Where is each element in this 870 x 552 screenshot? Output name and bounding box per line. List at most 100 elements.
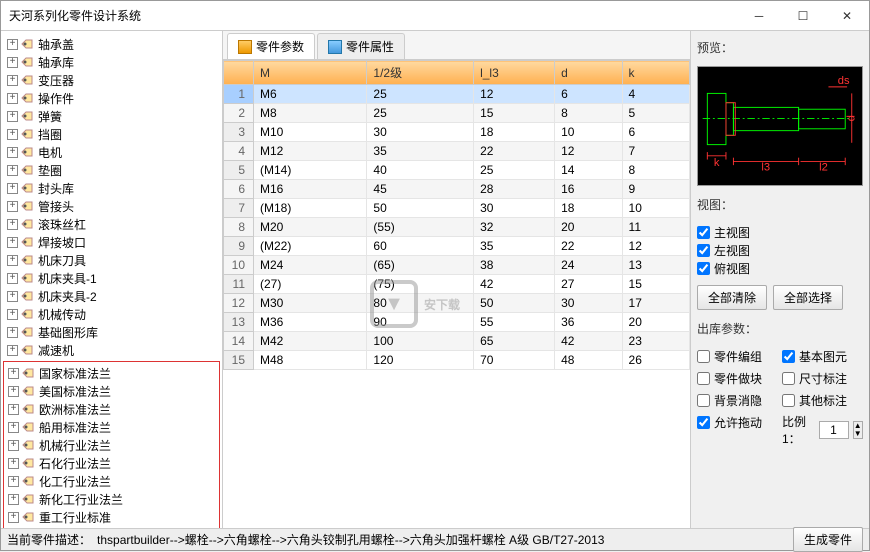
table-row[interactable]: 6M164528169 <box>224 180 690 199</box>
table-row[interactable]: 2M8251585 <box>224 104 690 123</box>
expand-icon[interactable]: + <box>7 327 18 338</box>
table-row[interactable]: 15M48120704826 <box>224 351 690 370</box>
preview-canvas[interactable]: k l3 l2 d ds <box>697 66 863 186</box>
expand-icon[interactable]: + <box>8 458 19 469</box>
table-row[interactable]: 8M20(55)322011 <box>224 218 690 237</box>
chk-drag[interactable]: 允许拖动 <box>697 413 778 431</box>
tree-item[interactable]: +电机 <box>3 143 220 161</box>
tree-item[interactable]: +重工行业标准 <box>4 508 219 526</box>
expand-icon[interactable]: + <box>8 386 19 397</box>
tree-item[interactable]: + 滚珠丝杠 <box>3 215 220 233</box>
expand-icon[interactable]: + <box>8 440 19 451</box>
col-header[interactable]: l_l3 <box>474 61 555 85</box>
table-row[interactable]: 10M24(65)382413 <box>224 256 690 275</box>
expand-icon[interactable]: + <box>7 345 18 356</box>
expand-icon[interactable]: + <box>8 494 19 505</box>
chk-other[interactable]: 其他标注 <box>782 391 863 409</box>
tree-item[interactable]: +轴承库 <box>3 53 220 71</box>
expand-icon[interactable]: + <box>7 255 18 266</box>
expand-icon[interactable]: + <box>7 201 18 212</box>
tab-params[interactable]: 零件参数 <box>227 33 315 59</box>
expand-icon[interactable]: + <box>7 129 18 140</box>
tab-props[interactable]: 零件属性 <box>317 33 405 59</box>
chk-basic[interactable]: 基本图元 <box>782 347 863 365</box>
view-checkbox[interactable]: 左视图 <box>697 241 863 259</box>
table-row[interactable]: 12M3080503017 <box>224 294 690 313</box>
minimize-button[interactable]: ─ <box>737 2 781 30</box>
expand-icon[interactable]: + <box>8 476 19 487</box>
tree-item[interactable]: +美国标准法兰 <box>4 382 219 400</box>
tree-label: 滚珠丝杠 <box>38 216 86 233</box>
tree-item[interactable]: +挡圈 <box>3 125 220 143</box>
table-row[interactable]: 11(27)(75)422715 <box>224 275 690 294</box>
select-all-button[interactable]: 全部选择 <box>773 285 843 310</box>
rownum-header[interactable] <box>224 61 254 85</box>
col-header[interactable]: 1/2级 <box>367 61 474 85</box>
expand-icon[interactable]: + <box>7 309 18 320</box>
table-row[interactable]: 7(M18)50301810 <box>224 199 690 218</box>
tree-item[interactable]: +垫圈 <box>3 161 220 179</box>
view-checkbox[interactable]: 俯视图 <box>697 259 863 277</box>
expand-icon[interactable]: + <box>7 291 18 302</box>
table-row[interactable]: 9(M22)60352212 <box>224 237 690 256</box>
tree-item[interactable]: +减速机 <box>3 341 220 359</box>
tree-item[interactable]: +轴承盖 <box>3 35 220 53</box>
table-row[interactable]: 14M42100654223 <box>224 332 690 351</box>
expand-icon[interactable]: + <box>7 273 18 284</box>
tree-item[interactable]: +机床夹具-1 <box>3 269 220 287</box>
param-table[interactable]: M1/2级l_l3dk 1M62512642M82515853M10301810… <box>223 60 690 370</box>
table-row[interactable]: 1M6251264 <box>224 85 690 104</box>
tree-item[interactable]: +新化工行业法兰 <box>4 490 219 508</box>
tree-item[interactable]: +基础图形库 <box>3 323 220 341</box>
tree-item[interactable]: +封头库 <box>3 179 220 197</box>
tree-item[interactable]: +机床刀具 <box>3 251 220 269</box>
expand-icon[interactable]: + <box>7 183 18 194</box>
tree-item[interactable]: +石化行业法兰 <box>4 454 219 472</box>
clear-all-button[interactable]: 全部清除 <box>697 285 767 310</box>
table-row[interactable]: 4M123522127 <box>224 142 690 161</box>
chk-group[interactable]: 零件编组 <box>697 347 778 365</box>
ratio-spinner[interactable]: ▲▼ <box>853 421 863 439</box>
expand-icon[interactable]: + <box>7 111 18 122</box>
expand-icon[interactable]: + <box>8 404 19 415</box>
chk-bg[interactable]: 背景消隐 <box>697 391 778 409</box>
chk-dim[interactable]: 尺寸标注 <box>782 369 863 387</box>
tree-item[interactable]: +变压器 <box>3 71 220 89</box>
tree-item[interactable]: +机床夹具-2 <box>3 287 220 305</box>
view-checkbox[interactable]: 主视图 <box>697 223 863 241</box>
col-header[interactable]: d <box>555 61 622 85</box>
expand-icon[interactable]: + <box>7 219 18 230</box>
chk-block[interactable]: 零件做块 <box>697 369 778 387</box>
expand-icon[interactable]: + <box>7 165 18 176</box>
expand-icon[interactable]: + <box>7 39 18 50</box>
tree-item[interactable]: +欧洲标准法兰 <box>4 400 219 418</box>
expand-icon[interactable]: + <box>8 422 19 433</box>
tree-panel[interactable]: +轴承盖+轴承库+变压器+操作件+弹簧+挡圈+电机+垫圈+封头库+管接头+滚珠丝… <box>1 31 223 528</box>
expand-icon[interactable]: + <box>8 512 19 523</box>
expand-icon[interactable]: + <box>7 93 18 104</box>
expand-icon[interactable]: + <box>7 57 18 68</box>
col-header[interactable]: k <box>622 61 689 85</box>
tree-item[interactable]: +机械传动 <box>3 305 220 323</box>
expand-icon[interactable]: + <box>7 75 18 86</box>
col-header[interactable]: M <box>254 61 367 85</box>
expand-icon[interactable]: + <box>7 237 18 248</box>
tree-item[interactable]: +管接头 <box>3 197 220 215</box>
tree-item[interactable]: +焊接坡口 <box>3 233 220 251</box>
table-row[interactable]: 13M3690553620 <box>224 313 690 332</box>
tree-item[interactable]: +船用标准法兰 <box>4 418 219 436</box>
expand-icon[interactable]: + <box>8 368 19 379</box>
expand-icon[interactable]: + <box>7 147 18 158</box>
tree-item[interactable]: +化工行业法兰 <box>4 472 219 490</box>
generate-button[interactable]: 生成零件 <box>793 527 863 552</box>
grid-scroll[interactable]: M1/2级l_l3dk 1M62512642M82515853M10301810… <box>223 60 690 528</box>
maximize-button[interactable]: ☐ <box>781 2 825 30</box>
close-button[interactable]: ✕ <box>825 2 869 30</box>
tree-item[interactable]: +弹簧 <box>3 107 220 125</box>
table-row[interactable]: 5(M14)4025148 <box>224 161 690 180</box>
table-row[interactable]: 3M103018106 <box>224 123 690 142</box>
tree-item[interactable]: +国家标准法兰 <box>4 364 219 382</box>
tree-item[interactable]: +操作件 <box>3 89 220 107</box>
ratio-input[interactable] <box>819 421 849 439</box>
tree-item[interactable]: +机械行业法兰 <box>4 436 219 454</box>
